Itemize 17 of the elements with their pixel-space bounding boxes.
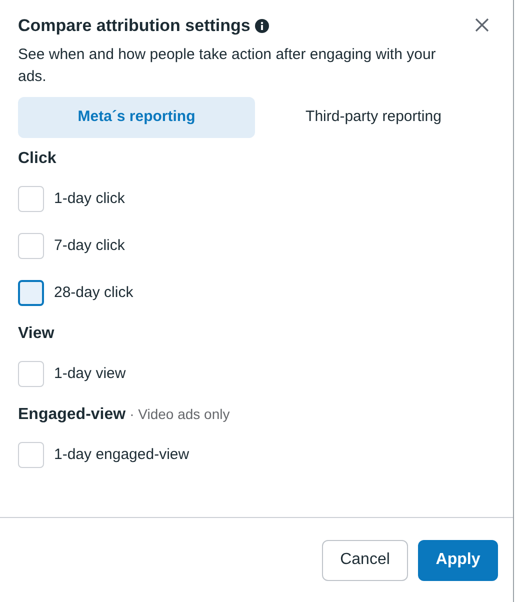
checkbox[interactable] [18, 280, 44, 306]
apply-button[interactable]: Apply [418, 540, 498, 580]
checkbox-label: 1-day engaged-view [54, 444, 190, 465]
dialog-title: Compare attribution settings [18, 15, 250, 37]
section-heading: Engaged-view [18, 405, 126, 425]
dialog-description: See when and how people take action after engaging with your ads. [18, 45, 437, 87]
section-heading: View [18, 324, 54, 344]
checkbox-label: 28-day click [54, 282, 134, 303]
info-icon[interactable] [255, 19, 270, 33]
section-heading: Click [18, 149, 56, 169]
checkbox-label: 7-day click [54, 236, 125, 256]
section-note: · Video ads only [130, 405, 230, 424]
close-icon[interactable] [475, 18, 489, 32]
cancel-button[interactable]: Cancel [322, 540, 408, 580]
checkbox-label: 1-day view [54, 364, 126, 384]
tab[interactable]: Meta´s reporting [18, 97, 255, 138]
checkbox-label: 1-day click [54, 188, 125, 209]
